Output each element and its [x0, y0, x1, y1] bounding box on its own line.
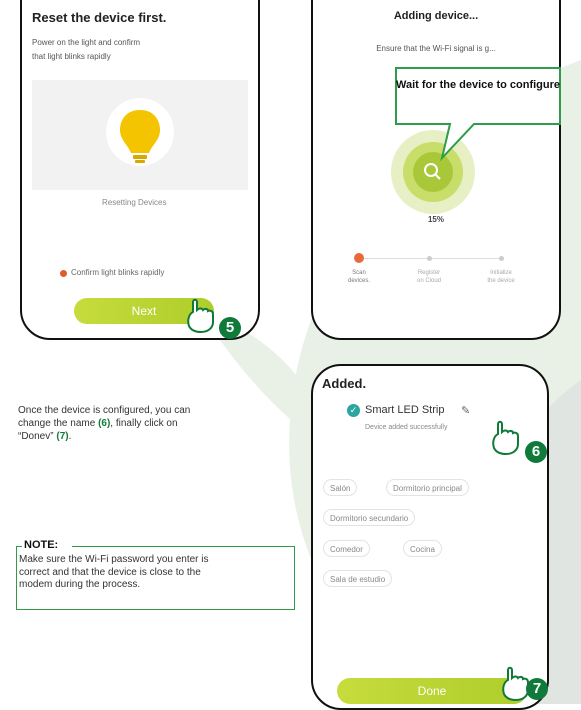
step-label: Register [417, 270, 441, 276]
note-line: modem during the process. [19, 579, 141, 590]
screen-title: Reset the device first. [32, 10, 167, 25]
step-label: the device [487, 278, 515, 284]
note-title: NOTE: [24, 539, 59, 551]
phone-screen-adding: Adding device... Ensure that the Wi-Fi s… [311, 0, 561, 340]
step-6-badge: 6 [525, 441, 547, 463]
instruction-text: Power on the light and confirm [32, 38, 141, 47]
note-top-border-right [72, 546, 295, 547]
phone-screen-added: Added. ✓ Smart LED Strip ✎ Device added … [311, 364, 549, 710]
text-span: . [68, 431, 72, 442]
step-7-badge: 7 [526, 678, 548, 700]
step-label: Initialize [490, 270, 512, 276]
note-line: Make sure the Wi-Fi password you enter i… [19, 554, 209, 565]
step-ref: (7) [56, 431, 69, 442]
confirm-label: Confirm light blinks rapidly [71, 268, 165, 277]
step-label: Scan [352, 270, 366, 276]
hand-pointer-icon [187, 298, 214, 334]
step-ref: (6) [98, 418, 111, 429]
check-icon: ✓ [347, 404, 360, 417]
radio-indicator-icon [60, 270, 67, 277]
phone-screen-reset: Reset the device first. Power on the lig… [20, 0, 260, 340]
callout-label: Wait for the device to configure [396, 79, 560, 91]
instructions-paragraph: Once the device is configured, you can c… [18, 404, 190, 443]
screen-title: Adding device... [393, 10, 479, 22]
room-chip[interactable]: Dormitorio secundario [323, 509, 416, 526]
room-chip[interactable]: Cocina [403, 540, 442, 557]
status-text: Resetting Devices [102, 198, 167, 207]
room-chip[interactable]: Comedor [323, 540, 370, 557]
step-5-badge: 5 [219, 317, 241, 339]
lightbulb-icon [106, 98, 174, 166]
step-dot [427, 256, 432, 261]
room-chip[interactable]: Dormitorio principal [386, 479, 469, 496]
device-name[interactable]: Smart LED Strip [365, 404, 444, 416]
step-dot [499, 256, 504, 261]
note-line: correct and that the device is close to … [19, 566, 201, 578]
screen-title: Added. [322, 376, 367, 391]
hand-pointer-icon [492, 420, 519, 456]
step-label: devices. [347, 278, 370, 284]
step-label: on Cloud [416, 278, 442, 284]
text-span: “Donev” [18, 431, 57, 442]
device-status: Device added successfully [365, 424, 448, 431]
note-body: Make sure the Wi-Fi password you enter i… [19, 554, 209, 592]
step-dot-active [354, 253, 364, 263]
text-span: change the name [18, 418, 99, 429]
reset-illustration [32, 80, 248, 190]
paragraph-line: Once the device is configured, you can [18, 405, 191, 416]
text-span: , finally click on [110, 418, 178, 429]
edit-pencil-icon[interactable]: ✎ [461, 404, 470, 417]
paragraph-line: “Donev” (7). [18, 430, 190, 443]
paragraph-line: change the name (6), finally click on [18, 417, 190, 430]
room-chip[interactable]: Salón [323, 479, 358, 496]
progress-percent: 15% [427, 215, 444, 224]
room-chip[interactable]: Sala de estudio [323, 570, 393, 587]
screen-subtitle: Ensure that the Wi-Fi signal is g... [376, 44, 496, 53]
note-top-border-left [16, 546, 22, 547]
instruction-text: that light blinks rapidly [32, 52, 111, 61]
callout-text: Wait for the device to configure [396, 78, 560, 93]
